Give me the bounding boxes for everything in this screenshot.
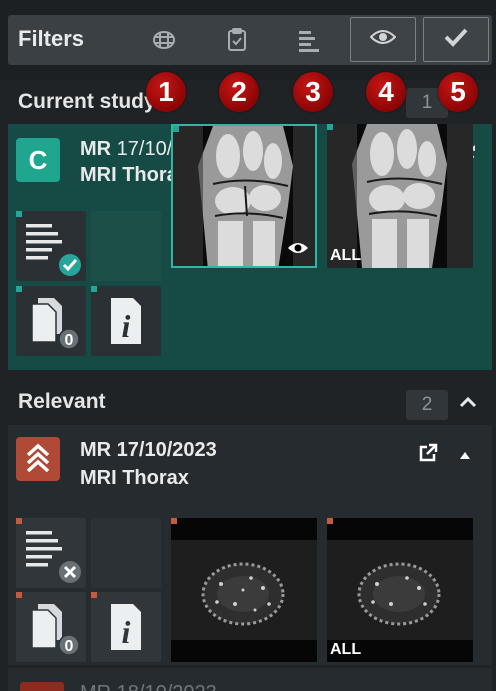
info-icon: i (111, 298, 141, 344)
thorax-mri-image (171, 518, 317, 662)
report-checked-icon (26, 224, 81, 276)
documents-tile[interactable]: 0 (16, 592, 86, 662)
study-modality-date: MR 17/10/2023 (80, 439, 217, 462)
relevant-header[interactable]: Relevant 2 (8, 382, 492, 422)
empty-tile (91, 211, 161, 281)
current-study-title: Current study (18, 90, 156, 113)
relevant-title: Relevant (18, 390, 106, 413)
svg-text:0: 0 (65, 332, 74, 349)
callout-badge-1: 1 (146, 72, 186, 112)
apply-check-button[interactable] (423, 17, 489, 62)
report-tile[interactable] (16, 518, 86, 588)
callout-badge-5: 5 (438, 72, 478, 112)
expand-caret-up-icon[interactable] (458, 447, 472, 465)
filters-title: Filters (18, 26, 85, 51)
study-modality: MR (80, 439, 112, 461)
info-tile[interactable]: i (91, 286, 161, 356)
study-avatar: C (16, 138, 60, 182)
series-label: ALL (330, 641, 362, 658)
study-date: 17/10/2023 (116, 439, 217, 461)
callout-badge-2: 2 (219, 72, 259, 112)
study-modality: MR (80, 138, 112, 160)
series-label: ALL (330, 247, 362, 264)
tile-corner (171, 518, 177, 524)
tile-corner (16, 592, 22, 598)
series-thumbnail-all[interactable]: ALL (327, 518, 473, 662)
report-rejected-icon (26, 531, 81, 583)
tile-corner (91, 592, 97, 598)
check-icon (443, 27, 469, 52)
relevant-study-card[interactable]: MR 17/10/2023 MRI Thorax 0 i ALL (8, 425, 492, 665)
tile-corner (16, 518, 22, 524)
collapse-chevron-up-icon[interactable] (458, 395, 478, 414)
tile-corner (327, 518, 333, 524)
relevant-count: 2 (406, 390, 448, 420)
eye-toggle-button[interactable] (350, 17, 416, 62)
align-left-icon[interactable] (293, 25, 325, 55)
svg-text:i: i (122, 614, 131, 650)
current-study-card[interactable]: C MR 17/10/2023 MRI Thorax 0 i ALL (8, 124, 492, 370)
study-description: MRI Thorax (80, 467, 189, 489)
callout-badge-4: 4 (366, 72, 406, 112)
tile-corner (327, 124, 333, 130)
series-thumbnail-all[interactable]: ALL (327, 124, 473, 268)
series-thumbnail[interactable] (171, 518, 317, 662)
documents-tile[interactable]: 0 (16, 286, 86, 356)
series-thumbnail-selected[interactable] (171, 124, 317, 268)
tile-corner (91, 286, 97, 292)
eye-icon (369, 28, 397, 51)
documents-icon: 0 (31, 604, 80, 656)
double-chevron-up-icon (26, 443, 50, 473)
filter-toolbar: Filters (0, 0, 496, 80)
study-avatar (20, 682, 64, 691)
layers-icon[interactable] (148, 25, 180, 55)
next-study-text: MR 18/10/2023 (80, 682, 217, 691)
info-tile[interactable]: i (91, 592, 161, 662)
visible-eye-icon (287, 241, 309, 260)
empty-tile (91, 518, 161, 588)
svg-text:0: 0 (65, 638, 74, 655)
tile-corner (16, 286, 22, 292)
report-tile[interactable] (16, 211, 86, 281)
callout-badge-3: 3 (293, 72, 333, 112)
open-external-icon[interactable] (418, 443, 438, 468)
clipboard-check-icon[interactable] (221, 25, 253, 55)
tile-corner (16, 211, 22, 217)
study-avatar-chevrons (16, 437, 60, 481)
info-icon: i (111, 604, 141, 650)
tile-corner (173, 126, 179, 132)
documents-icon: 0 (31, 298, 80, 350)
svg-text:i: i (122, 308, 131, 344)
next-study-card[interactable]: MR 18/10/2023 (8, 668, 492, 691)
